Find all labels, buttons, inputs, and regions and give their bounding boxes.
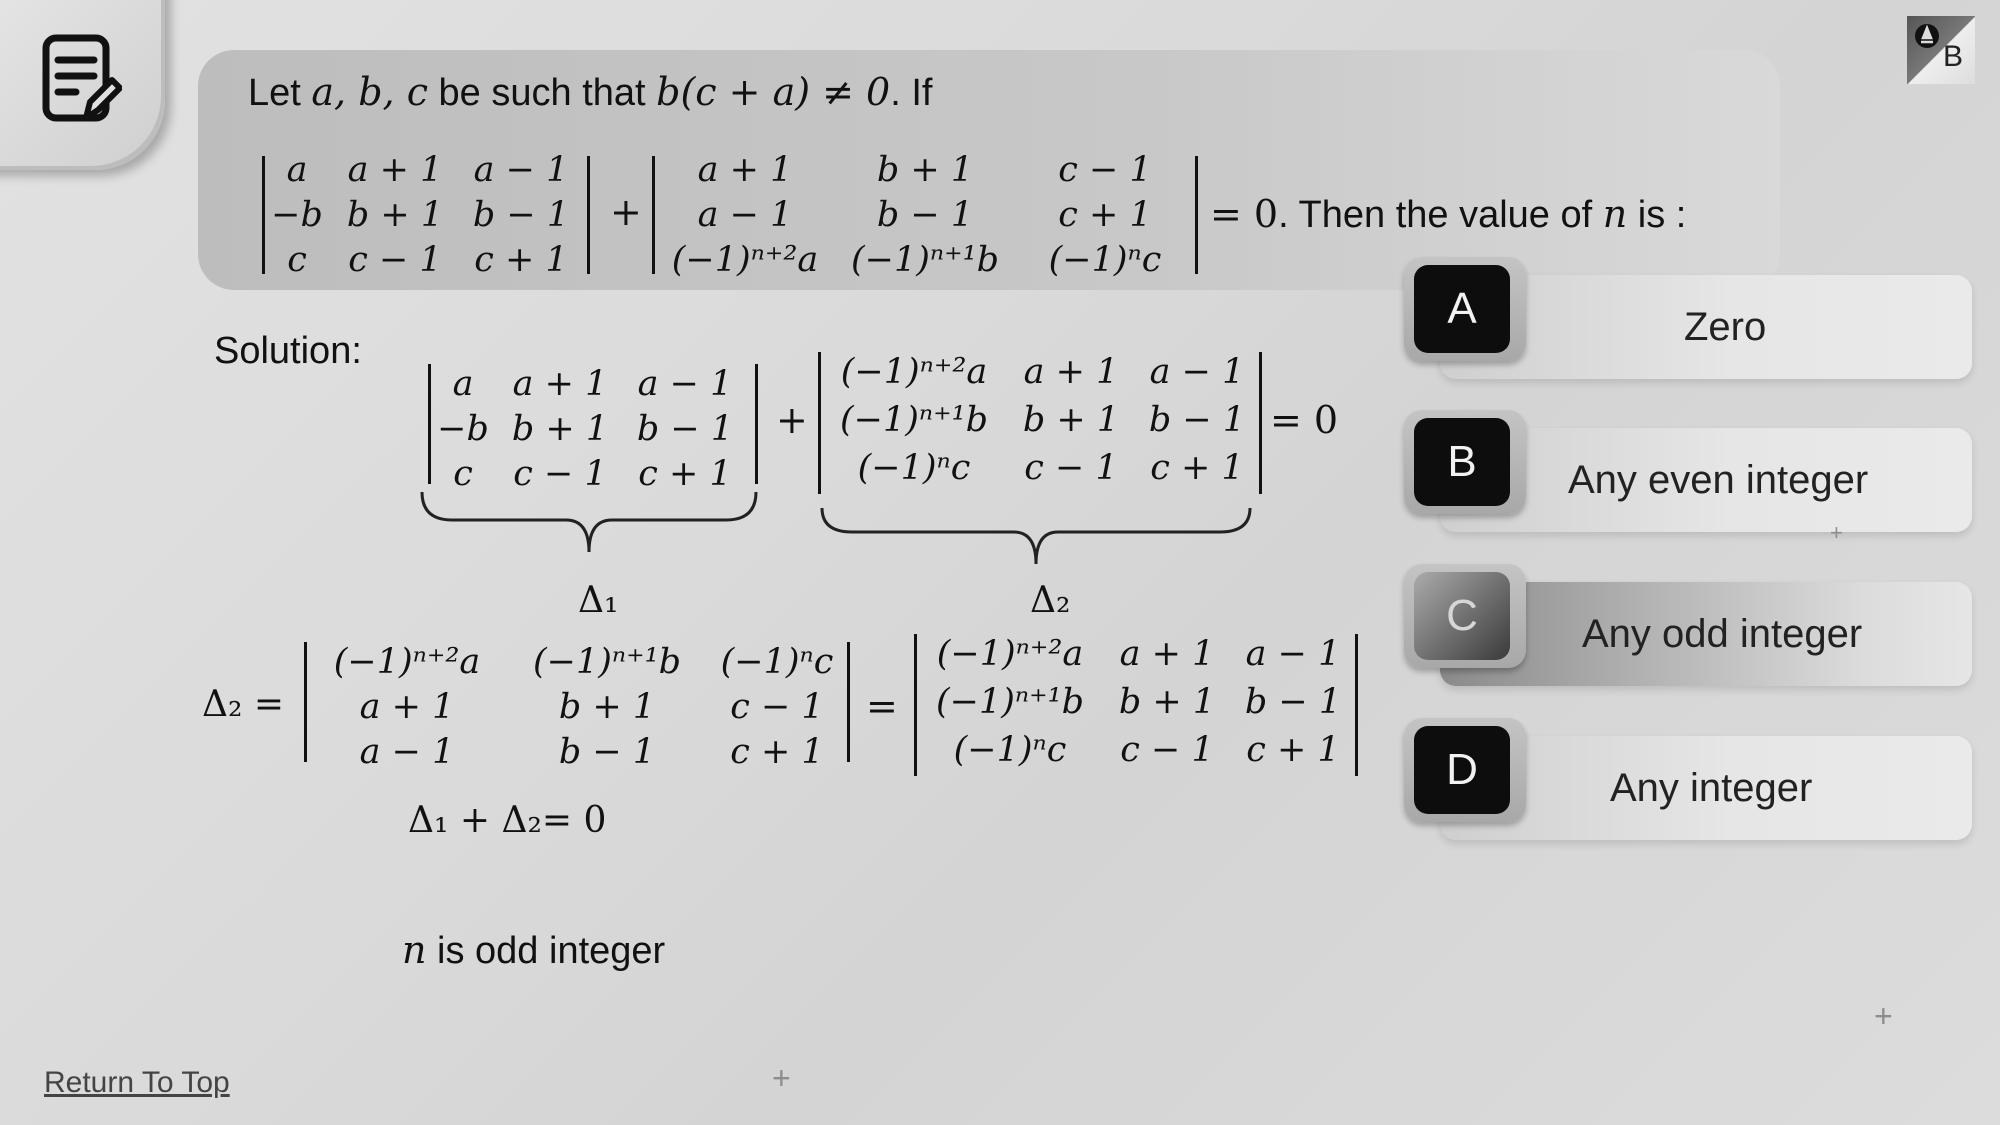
delta2-label: Δ₂ [1030, 580, 1071, 621]
matrix-cell: (−1)ⁿ⁺²a [333, 642, 481, 682]
brand-logo: B [1907, 16, 1975, 84]
matrix-cell: a − 1 [1149, 352, 1245, 392]
matrix-cell: a + 1 [359, 687, 455, 727]
matrix-cell: b − 1 [558, 732, 656, 772]
matrix-cell: b − 1 [1244, 682, 1342, 722]
solution-determinant-delta2: (−1)ⁿ⁺²a a + 1 a − 1 (−1)ⁿ⁺¹b b + 1 b − 1 (−1)… [818, 352, 1262, 494]
decor-plus: + [1830, 520, 1843, 545]
matrix-cell: b + 1 [511, 409, 609, 449]
matrix-cell: a [286, 150, 308, 190]
matrix-cell: a [452, 364, 474, 404]
option-letter: B [1414, 418, 1510, 506]
matrix-cell: c − 1 [1024, 448, 1118, 488]
matrix-cell: b + 1 [1118, 682, 1216, 722]
delta1-label: Δ₁ [578, 580, 619, 621]
brand-logo-icon [1915, 24, 1939, 48]
option-text: Zero [1684, 305, 1767, 349]
matrix-cell: a + 1 [1023, 352, 1119, 392]
solution-plus: + [776, 398, 808, 442]
solution-equals: = [866, 684, 898, 728]
option-a-badge[interactable]: A [1404, 257, 1526, 361]
matrix-cell: a − 1 [473, 150, 569, 190]
decor-plus: + [1874, 998, 1893, 1034]
solution-determinant-rearranged: (−1)ⁿ⁺²a a + 1 a − 1 (−1)ⁿ⁺¹b b + 1 b − 1 (−1)… [914, 634, 1358, 776]
matrix-cell: b − 1 [472, 195, 570, 235]
decor-plus: + [772, 1060, 791, 1096]
matrix-cell: −b [437, 409, 489, 449]
brace-delta1 [420, 491, 758, 553]
question-intro: Let a, b, c be such that b(c + a) ≠ 0. I… [248, 70, 933, 114]
delta-sum-equation: Δ₁ + Δ₂= 0 [408, 800, 607, 841]
matrix-cell: c − 1 [730, 687, 824, 727]
matrix-cell: (−1)ⁿ⁺¹b [851, 240, 999, 280]
matrix-cell: b + 1 [876, 150, 974, 190]
matrix-cell: (−1)ⁿ⁺²a [671, 240, 819, 280]
option-letter: C [1414, 572, 1510, 660]
matrix-cell: b + 1 [558, 687, 656, 727]
solution-equals-zero: = 0 [1270, 398, 1339, 442]
matrix-cell: c − 1 [1058, 150, 1152, 190]
matrix-cell: c − 1 [1120, 730, 1214, 770]
matrix-cell: (−1)ⁿc [720, 642, 834, 682]
solution-determinant-delta1: aa + 1a − 1 −b b + 1b − 1cc − 1c + 1 [428, 364, 758, 494]
matrix-cell: c + 1 [474, 240, 568, 280]
option-text: Any even integer [1568, 458, 1869, 502]
matrix-cell: (−1)ⁿ⁺¹b [840, 400, 988, 440]
matrix-cell: (−1)ⁿ⁺²a [840, 352, 988, 392]
matrix-cell: c + 1 [730, 732, 824, 772]
solution-determinant-transpose: (−1)ⁿ⁺²a (−1)ⁿ⁺¹b (−1)ⁿc a + 1 b + 1 c − 1 a −… [304, 642, 850, 772]
brace-delta2 [820, 507, 1252, 565]
matrix-cell: b − 1 [1148, 400, 1246, 440]
option-d-badge[interactable]: D [1404, 718, 1526, 822]
matrix-cell: a − 1 [697, 195, 793, 235]
matrix-cell: a − 1 [1245, 634, 1341, 674]
matrix-cell: a + 1 [1119, 634, 1215, 674]
solution-label: Solution: [214, 330, 362, 372]
matrix-cell: a − 1 [637, 364, 733, 404]
logo-letter: B [1943, 40, 1964, 73]
matrix-cell: b + 1 [346, 195, 444, 235]
matrix-cell: (−1)ⁿc [953, 730, 1067, 770]
matrix-cell: (−1)ⁿ⁺¹b [936, 682, 1084, 722]
notes-tab[interactable] [0, 0, 165, 170]
matrix-cell: a + 1 [697, 150, 793, 190]
matrix-cell: b − 1 [876, 195, 974, 235]
matrix-cell: (−1)ⁿ⁺²a [936, 634, 1084, 674]
matrix-cell: (−1)ⁿc [857, 448, 971, 488]
question-determinant-2: a + 1 b + 1 c − 1 a − 1 b − 1 c + 1 (−1)ⁿ⁺²a (−… [652, 150, 1198, 280]
matrix-cell: c + 1 [1150, 448, 1244, 488]
matrix-cell: c − 1 [348, 240, 442, 280]
matrix-cell: −b [271, 195, 323, 235]
option-b-badge[interactable]: B [1404, 410, 1526, 514]
matrix-cell: (−1)ⁿc [1048, 240, 1162, 280]
option-letter: D [1414, 726, 1510, 814]
matrix-cell: a − 1 [359, 732, 455, 772]
solution-conclusion: n is odd integer [402, 928, 666, 972]
matrix-cell: (−1)ⁿ⁺¹b [533, 642, 681, 682]
delta2-equation-label: Δ₂ = [202, 684, 285, 725]
matrix-cell: c + 1 [1058, 195, 1152, 235]
notes-edit-icon [42, 34, 122, 122]
matrix-cell: c [287, 240, 307, 280]
question-plus: + [610, 190, 642, 234]
return-to-top-link[interactable]: Return To Top [44, 1066, 230, 1100]
option-letter: A [1414, 265, 1510, 353]
question-determinant-1: a a + 1 a − 1 −b b + 1 b − 1 c c − 1 c + 1 [262, 150, 590, 280]
option-text: Any integer [1610, 766, 1813, 810]
question-then-text: = 0. Then the value of n is : [1210, 192, 1687, 236]
matrix-cell: c + 1 [1246, 730, 1340, 770]
matrix-cell: a + 1 [512, 364, 608, 404]
matrix-cell: b − 1 [636, 409, 734, 449]
matrix-cell: b + 1 [1022, 400, 1120, 440]
matrix-cell: a + 1 [347, 150, 443, 190]
option-text: Any odd integer [1582, 612, 1863, 656]
option-c-badge[interactable]: C [1404, 564, 1526, 668]
